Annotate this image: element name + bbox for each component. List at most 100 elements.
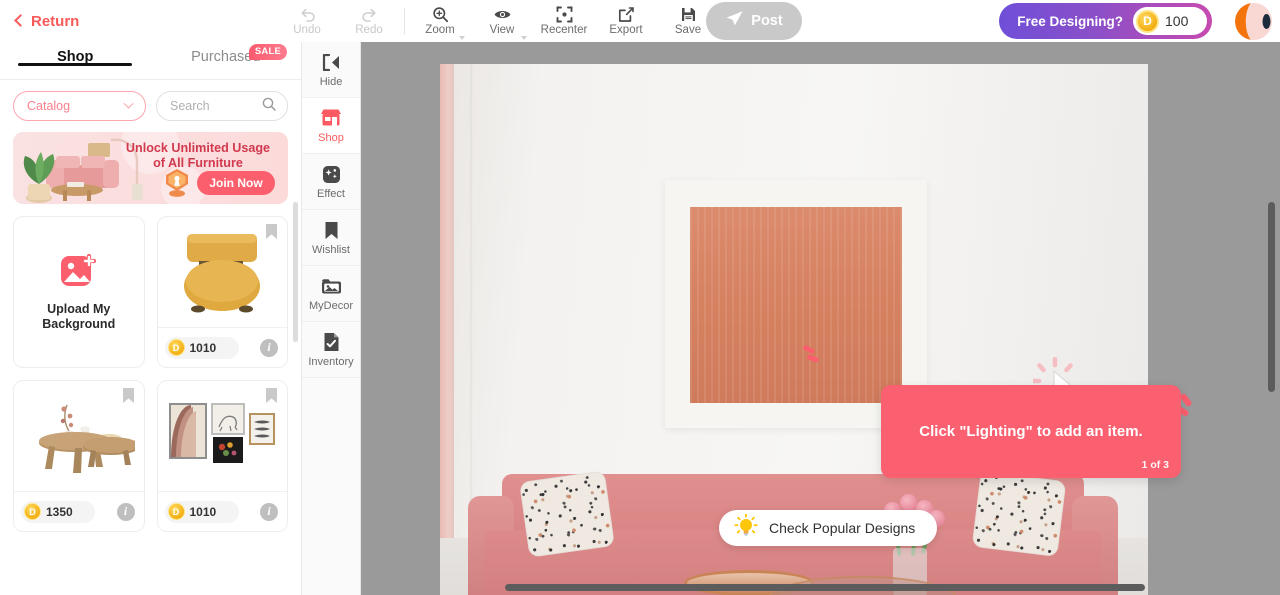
terrazzo-pillow-right: [971, 471, 1067, 557]
undo-label: Undo: [293, 24, 321, 36]
tulip-bloom: [900, 494, 917, 511]
return-label: Return: [31, 12, 80, 30]
promo-banner[interactable]: Unlock Unlimited Usage of All Furniture …: [13, 132, 288, 204]
image-folder-icon: [321, 276, 342, 297]
product-grid: Upload My Background D 1010 i D 1350 i D…: [13, 216, 288, 532]
check-popular-designs-button[interactable]: Check Popular Designs: [719, 510, 938, 546]
hide-panel-icon: [322, 52, 341, 73]
upload-background-label: Upload My Background: [42, 302, 115, 332]
undo-button[interactable]: Undo: [276, 0, 338, 42]
product-footer: D 1010 i: [157, 327, 287, 367]
bookmark-icon[interactable]: [122, 387, 135, 404]
recenter-button[interactable]: Recenter: [533, 0, 595, 42]
rail-item-mydecor[interactable]: MyDecor: [302, 266, 360, 322]
product-footer: D 1010 i: [157, 491, 287, 531]
design-canvas[interactable]: Click "Lighting" to add an item. 1 of 3 …: [361, 42, 1280, 595]
canvas-horizontal-scrollbar[interactable]: [505, 584, 1145, 591]
product-info-button[interactable]: i: [116, 502, 135, 521]
wall-art-canvas: [690, 207, 902, 403]
redo-icon: [361, 6, 378, 23]
chevron-down-icon: [123, 98, 134, 109]
canvas-vertical-scrollbar[interactable]: [1268, 202, 1275, 392]
rail-item-hide[interactable]: Hide: [302, 42, 360, 98]
yellow-boucle-armchair-image: [184, 234, 261, 313]
onboarding-tooltip[interactable]: Click "Lighting" to add an item. 1 of 3: [881, 385, 1181, 478]
free-designing-label: Free Designing?: [1017, 13, 1123, 29]
recenter-label: Recenter: [540, 24, 588, 36]
tooltip-text: Click "Lighting" to add an item.: [919, 422, 1143, 440]
view-button[interactable]: View: [471, 0, 533, 42]
product-price: D 1010: [164, 336, 239, 359]
filter-row: Catalog: [0, 80, 301, 121]
join-now-label: Join Now: [209, 176, 263, 190]
undo-icon: [299, 6, 316, 23]
search-box[interactable]: [156, 91, 288, 121]
product-price-value: 1350: [46, 504, 73, 519]
rail-item-shop-label: Shop: [318, 131, 344, 144]
rail-item-mydecor-label: MyDecor: [308, 299, 353, 312]
coin-icon: D: [24, 503, 41, 520]
sparkle-dash-icon: [803, 345, 819, 363]
product-card[interactable]: D 1350 i: [13, 380, 145, 532]
panel-scrollbar[interactable]: [293, 202, 298, 342]
effect-sparkle-icon: [322, 164, 341, 185]
rail-item-inventory[interactable]: Inventory: [302, 322, 360, 378]
free-designing-button[interactable]: Free Designing? D 100: [999, 3, 1212, 39]
product-info-button[interactable]: i: [260, 502, 278, 521]
product-card[interactable]: D 1010 i: [156, 380, 288, 532]
post-button[interactable]: Post: [706, 2, 802, 40]
product-info-button[interactable]: i: [260, 338, 278, 357]
product-price: D 1010: [164, 500, 239, 523]
rail-item-effect[interactable]: Effect: [302, 154, 360, 210]
join-now-button[interactable]: Join Now: [197, 171, 275, 195]
zoom-button[interactable]: Zoom: [409, 0, 471, 42]
eye-icon: [493, 6, 512, 23]
tab-purchased[interactable]: Purchased SALE: [151, 42, 302, 65]
zoom-label: Zoom: [425, 24, 455, 36]
return-button[interactable]: Return: [14, 12, 80, 30]
terrazzo-pillow-left: [519, 470, 615, 558]
export-icon: [618, 6, 634, 23]
save-label: Save: [674, 24, 702, 36]
sale-badge: SALE: [248, 44, 287, 60]
bookmark-icon: [324, 220, 339, 241]
upload-label-line-1: Upload My: [47, 301, 111, 316]
membership-medal-icon: [166, 169, 188, 197]
shop-store-icon: [320, 108, 342, 129]
chevron-left-icon: [14, 14, 27, 27]
coin-icon: D: [1136, 9, 1159, 33]
gallery-wall-art-set-image: [169, 403, 276, 463]
product-card[interactable]: D 1010 i: [156, 216, 288, 368]
top-toolbar: Return Undo Redo Zoom View Recenter Expo…: [0, 0, 1280, 42]
search-input[interactable]: [170, 99, 262, 113]
catalog-label: Catalog: [27, 99, 71, 113]
tool-rail: Hide Shop Effect Wishlist MyDecor Invent…: [302, 42, 361, 595]
avatar[interactable]: [1235, 3, 1272, 40]
promo-text: Unlock Unlimited Usage of All Furniture: [118, 141, 278, 171]
product-price-value: 1010: [189, 340, 217, 355]
tab-shop[interactable]: Shop: [0, 42, 151, 66]
catalog-dropdown[interactable]: Catalog: [13, 91, 146, 121]
wooden-nesting-tables-image: [38, 404, 135, 473]
upload-image-icon: [59, 253, 99, 294]
product-footer: D 1350 i: [14, 491, 144, 531]
upload-label-line-2: Background: [42, 316, 116, 331]
chevron-down-icon: [521, 36, 527, 40]
upload-background-card[interactable]: Upload My Background: [13, 216, 145, 368]
bookmark-icon[interactable]: [265, 223, 278, 240]
rail-item-wishlist[interactable]: Wishlist: [302, 210, 360, 266]
export-button[interactable]: Export: [595, 0, 657, 42]
shop-panel: Shop Purchased SALE Catalog Search Unloc…: [0, 42, 302, 595]
bookmark-icon[interactable]: [265, 387, 278, 404]
rail-item-inventory-label: Inventory: [308, 355, 354, 368]
coin-balance[interactable]: D 100: [1133, 7, 1207, 35]
rail-item-effect-label: Effect: [317, 187, 345, 200]
tooltip-step-indicator: 1 of 3: [1141, 459, 1169, 471]
rail-item-shop[interactable]: Shop: [302, 98, 360, 154]
send-plane-icon: [725, 10, 744, 32]
redo-button[interactable]: Redo: [338, 0, 400, 42]
toolbar-divider: [404, 8, 405, 34]
check-popular-designs-label: Check Popular Designs: [769, 520, 916, 536]
checklist-icon: [323, 332, 340, 353]
recenter-icon: [556, 6, 573, 23]
